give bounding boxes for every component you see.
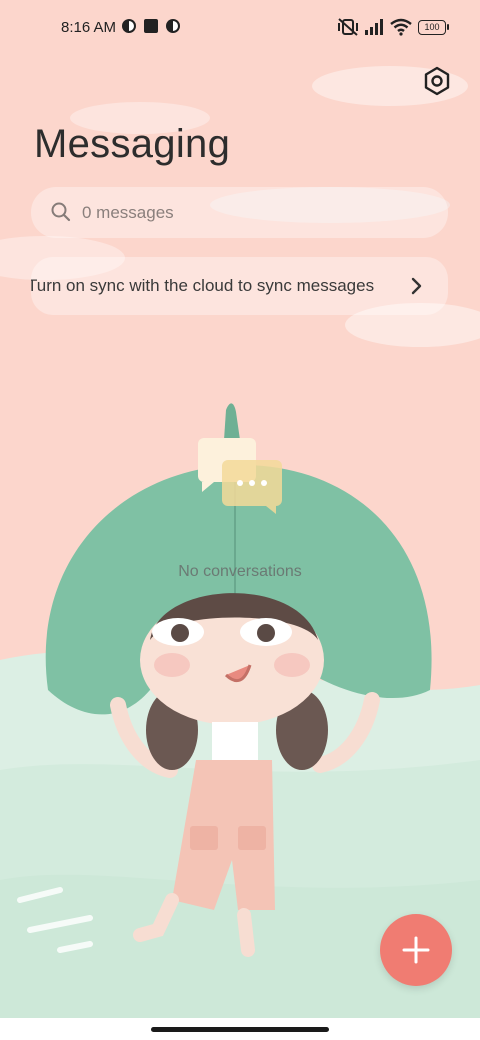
app-notification-icon (122, 19, 136, 33)
search-icon (51, 202, 71, 222)
status-bar: 8:16 AM 100 (0, 0, 480, 56)
sync-banner[interactable]: Turn on sync with the cloud to sync mess… (31, 257, 448, 315)
empty-state-label: No conversations (178, 563, 302, 580)
sync-banner-text: Turn on sync with the cloud to sync mess… (31, 276, 375, 295)
battery-tip (447, 24, 449, 30)
battery-level: 100 (424, 22, 440, 32)
search-bar[interactable]: 0 messages (31, 187, 448, 238)
settings-hex-icon (424, 66, 450, 96)
square-notification-icon (144, 19, 158, 33)
new-conversation-button[interactable] (380, 914, 452, 986)
status-time: 8:16 AM (61, 19, 117, 36)
navigation-bar (0, 1018, 480, 1040)
search-placeholder: 0 messages (82, 203, 174, 222)
wifi-icon (390, 18, 412, 36)
plus-icon (402, 936, 430, 964)
chat-bubbles-icon (198, 438, 282, 514)
signal-icon (365, 19, 383, 35)
chevron-right-icon (411, 277, 422, 295)
vibrate-off-icon (338, 18, 358, 36)
battery-icon: 100 (418, 20, 446, 35)
home-handle[interactable] (151, 1027, 329, 1032)
page-title: Messaging (34, 122, 231, 166)
app-notification-icon (166, 19, 180, 33)
settings-button[interactable] (420, 64, 454, 98)
